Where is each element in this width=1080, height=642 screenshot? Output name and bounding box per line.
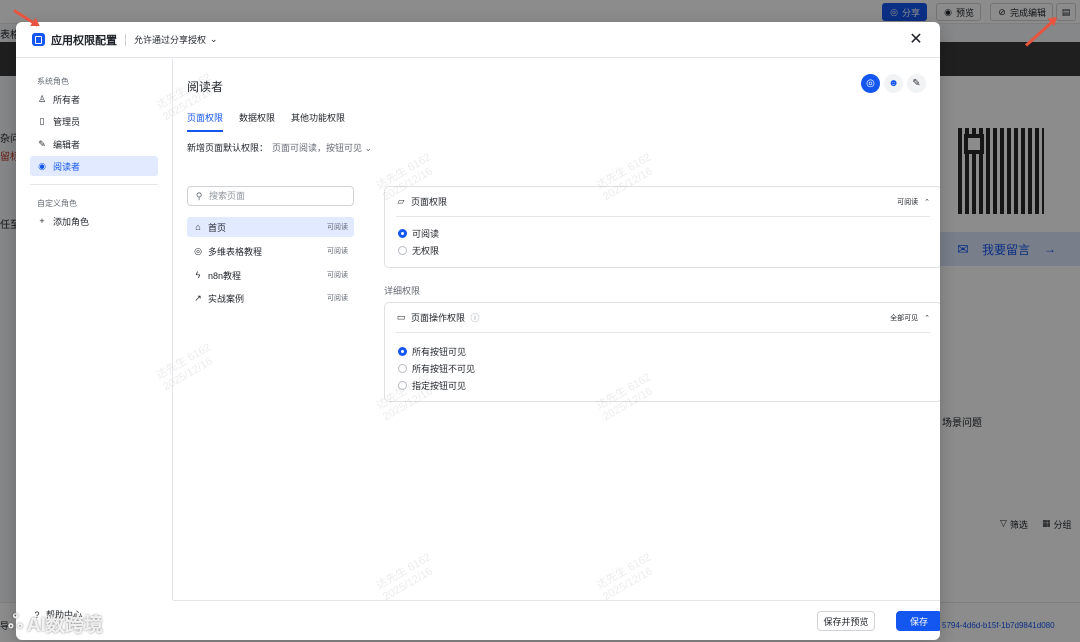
page-search[interactable]: ⚲ xyxy=(187,186,354,206)
page-item-n8n-tutorial[interactable]: ϟ n8n教程 可阅读 xyxy=(187,265,354,285)
search-icon: ⚲ xyxy=(195,190,203,201)
radio-readable[interactable]: 可阅读 xyxy=(385,225,940,242)
save-and-preview-button[interactable]: 保存并预览 xyxy=(817,611,875,631)
radio-all-buttons-hidden[interactable]: 所有按钮不可见 xyxy=(385,360,940,377)
pencil-icon[interactable]: ✎ xyxy=(907,74,926,93)
close-icon[interactable]: ✕ xyxy=(906,30,926,50)
pencil-icon: ✎ xyxy=(38,138,46,149)
sidebar-item-reader[interactable]: ◉ 阅读者 xyxy=(30,156,158,176)
sidebar-item-editor[interactable]: ✎ 编辑者 xyxy=(30,134,158,154)
document-icon: ▯ xyxy=(39,115,45,126)
custom-roles-heading: 自定义角色 xyxy=(37,199,77,208)
page-item-home[interactable]: ⌂ 首页 可阅读 xyxy=(187,217,354,237)
radio-dot xyxy=(398,364,407,373)
role-sidebar: 系统角色 ♙ 所有者 ▯ 管理员 ✎ 编辑者 ◉ 阅读者 自定义角色 + 添加角… xyxy=(16,58,173,600)
plus-icon: + xyxy=(39,216,45,226)
radio-all-buttons-visible[interactable]: 所有按钮可见 xyxy=(385,343,940,360)
page-item-case-study[interactable]: ↗ 实战案例 可阅读 xyxy=(187,288,354,308)
radio-specific-buttons-visible[interactable]: 指定按钮可见 xyxy=(385,377,940,394)
globe-icon: ◎ xyxy=(194,245,202,256)
chevron-down-icon: ⌄ xyxy=(364,143,373,153)
note-icon: ▱ xyxy=(397,196,405,206)
detail-permission-label: 详细权限 xyxy=(384,286,421,296)
chevron-up-icon: ⌃ xyxy=(924,314,930,322)
modal-title: 应用权限配置 xyxy=(51,34,117,47)
brand-watermark: ஃ AI数跨境 xyxy=(8,611,103,637)
radio-dot-selected xyxy=(398,229,407,238)
operation-permission-header: ▭ 页面操作权限 ⓘ 全部可见 ⌃ xyxy=(396,312,930,323)
eye-icon: ◉ xyxy=(38,160,46,171)
brand-logo-icon: ஃ xyxy=(8,611,23,633)
tab-page-permission[interactable]: 页面权限 xyxy=(187,111,224,132)
operation-permission-panel: ▭ 页面操作权限 ⓘ 全部可见 ⌃ 所有按钮可见 所有按钮不可见 指定按钮可见 xyxy=(384,302,940,402)
tab-other-permission[interactable]: 其他功能权限 xyxy=(291,111,345,132)
page-permission-panel: ▱ 页面权限 可阅读 ⌃ 可阅读 无权限 xyxy=(384,186,940,268)
permission-tabs: 页面权限 数据权限 其他功能权限 xyxy=(187,111,345,132)
radio-dot-selected xyxy=(398,347,407,356)
page-permission-collapse[interactable]: 可阅读 ⌃ xyxy=(897,197,930,207)
sidebar-item-admin[interactable]: ▯ 管理员 xyxy=(30,111,158,131)
globe-icon[interactable]: ◎ xyxy=(861,74,880,93)
modal-footer: 保存并预览 保存 xyxy=(173,600,940,640)
radio-dot xyxy=(398,381,407,390)
radio-dot xyxy=(398,246,407,255)
user-icon: ♙ xyxy=(37,93,47,104)
search-input[interactable] xyxy=(209,191,339,201)
monitor-icon: ▭ xyxy=(396,312,406,322)
sidebar-item-owner[interactable]: ♙ 所有者 xyxy=(30,89,158,109)
header-divider xyxy=(125,33,126,46)
share-mode-dropdown[interactable]: 允许通过分享授权 ⌄ xyxy=(134,33,218,46)
role-scope-icons: ◎ ☻ ✎ xyxy=(861,74,926,93)
radio-no-permission[interactable]: 无权限 xyxy=(385,242,940,259)
operation-permission-collapse[interactable]: 全部可见 ⌃ xyxy=(890,313,930,323)
sidebar-divider xyxy=(30,184,158,185)
chevron-up-icon: ⌃ xyxy=(924,198,930,206)
page-item-table-tutorial[interactable]: ◎ 多维表格教程 可阅读 xyxy=(187,241,354,261)
trend-icon: ↗ xyxy=(194,292,202,303)
users-icon[interactable]: ☻ xyxy=(884,74,903,93)
chevron-down-icon: ⌄ xyxy=(210,34,218,44)
home-icon: ⌂ xyxy=(195,222,201,232)
lightning-icon: ϟ xyxy=(195,270,201,280)
tab-data-permission[interactable]: 数据权限 xyxy=(239,111,275,132)
app-permission-icon xyxy=(32,33,45,46)
default-permission-label: 新增页面默认权限： xyxy=(187,143,269,153)
default-permission-dropdown[interactable]: 页面可阅读，按钮可见 ⌄ xyxy=(272,141,372,154)
info-icon[interactable]: ⓘ xyxy=(470,313,480,323)
save-button[interactable]: 保存 xyxy=(896,611,940,631)
system-roles-heading: 系统角色 xyxy=(37,77,69,86)
modal-header: 应用权限配置 允许通过分享授权 ⌄ ✕ xyxy=(16,22,940,58)
page-permission-header: ▱ 页面权限 可阅读 ⌃ xyxy=(397,196,930,207)
role-detail: 阅读者 ◎ ☻ ✎ 页面权限 数据权限 其他功能权限 新增页面默认权限： 页面可… xyxy=(173,58,940,600)
default-permission-row: 新增页面默认权限： 页面可阅读，按钮可见 ⌄ xyxy=(187,141,372,154)
permission-config-modal: 应用权限配置 允许通过分享授权 ⌄ ✕ 系统角色 ♙ 所有者 ▯ 管理员 ✎ 编… xyxy=(16,22,940,640)
add-role-button[interactable]: + 添加角色 xyxy=(30,211,158,231)
role-title: 阅读者 xyxy=(187,80,224,94)
